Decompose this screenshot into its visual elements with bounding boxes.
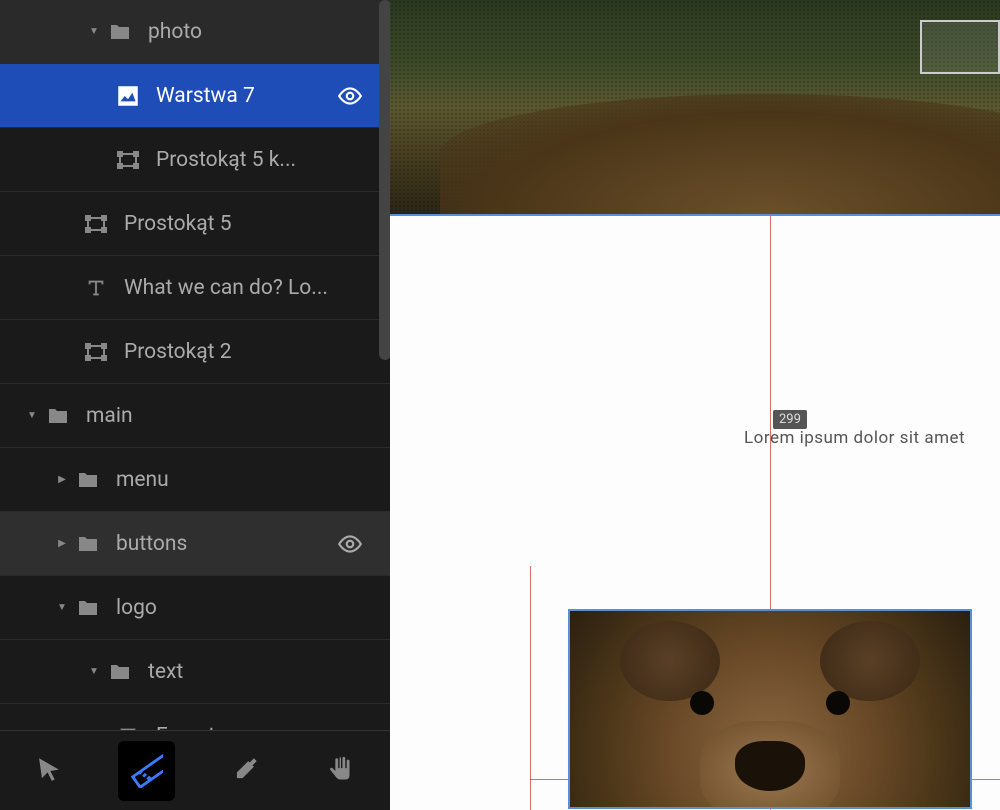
layer-label: menu [116, 468, 390, 492]
folder-icon [74, 594, 102, 622]
bear-back [440, 94, 1000, 214]
layer-item-prostokat-2[interactable]: Prostokąt 2 [0, 320, 390, 384]
folder-icon [74, 466, 102, 494]
rect-icon [82, 338, 110, 366]
folder-icon [44, 402, 72, 430]
chevron-down-icon[interactable] [20, 410, 44, 421]
navigator-viewport[interactable] [920, 20, 1000, 74]
bear-image [570, 611, 970, 809]
layer-label: logo [116, 596, 390, 620]
text-icon [82, 274, 110, 302]
chevron-right-icon[interactable] [50, 474, 74, 485]
eyedropper-tool[interactable] [215, 741, 273, 801]
layer-item-warstwa-7[interactable]: Warstwa 7 [0, 64, 390, 128]
layer-label: photo [148, 20, 390, 44]
layer-label: Prostokąt 2 [124, 340, 390, 364]
folder-icon [106, 18, 134, 46]
image-icon [114, 82, 142, 110]
layer-item-menu[interactable]: menu [0, 448, 390, 512]
chevron-down-icon[interactable] [82, 666, 106, 677]
chevron-down-icon[interactable] [82, 26, 106, 37]
select-tool[interactable] [20, 741, 78, 801]
canvas-text-lorem: Lorem ipsum dolor sit amet [744, 428, 965, 448]
layer-item-prostokat-5[interactable]: Prostokąt 5 [0, 192, 390, 256]
folder-icon [106, 658, 134, 686]
chevron-right-icon[interactable] [50, 538, 74, 549]
layers-panel: photo Warstwa 7 Prostokąt 5 k... Prostok… [0, 0, 390, 810]
rect-icon [82, 210, 110, 238]
toolbar [0, 730, 390, 810]
rect-icon [114, 146, 142, 174]
guide-vertical-left[interactable] [530, 566, 531, 810]
layer-item-text[interactable]: text [0, 640, 390, 704]
chevron-down-icon[interactable] [50, 602, 74, 613]
layer-item-main[interactable]: main [0, 384, 390, 448]
hand-tool[interactable] [313, 741, 371, 801]
layer-item-photo[interactable]: photo [0, 0, 390, 64]
text-icon [114, 722, 142, 731]
folder-icon [74, 530, 102, 558]
selected-image-frame[interactable] [568, 609, 972, 809]
layer-item-forest[interactable]: Forest [0, 704, 390, 730]
canvas-photo-top [390, 0, 1000, 214]
visibility-icon[interactable] [330, 83, 370, 109]
layer-item-logo[interactable]: logo [0, 576, 390, 640]
canvas-artboard: 299 Lorem ipsum dolor sit amet [390, 214, 1000, 810]
layer-item-prostokat-5k[interactable]: Prostokąt 5 k... [0, 128, 390, 192]
layer-label: Forest [156, 724, 390, 731]
layer-label: What we can do? Lo... [124, 276, 390, 300]
layer-item-what-we-can-do[interactable]: What we can do? Lo... [0, 256, 390, 320]
layer-label: main [86, 404, 390, 428]
layer-item-buttons[interactable]: buttons [0, 512, 390, 576]
layer-label: text [148, 660, 390, 684]
visibility-icon[interactable] [330, 531, 370, 557]
layer-label: Warstwa 7 [156, 84, 330, 108]
layer-label: Prostokąt 5 [124, 212, 390, 236]
layer-label: buttons [116, 532, 330, 556]
canvas[interactable]: 299 Lorem ipsum dolor sit amet [390, 0, 1000, 810]
guide-measurement: 299 [773, 410, 807, 429]
layer-label: Prostokąt 5 k... [156, 148, 390, 172]
layers-list: photo Warstwa 7 Prostokąt 5 k... Prostok… [0, 0, 390, 730]
measure-tool[interactable] [118, 741, 176, 801]
